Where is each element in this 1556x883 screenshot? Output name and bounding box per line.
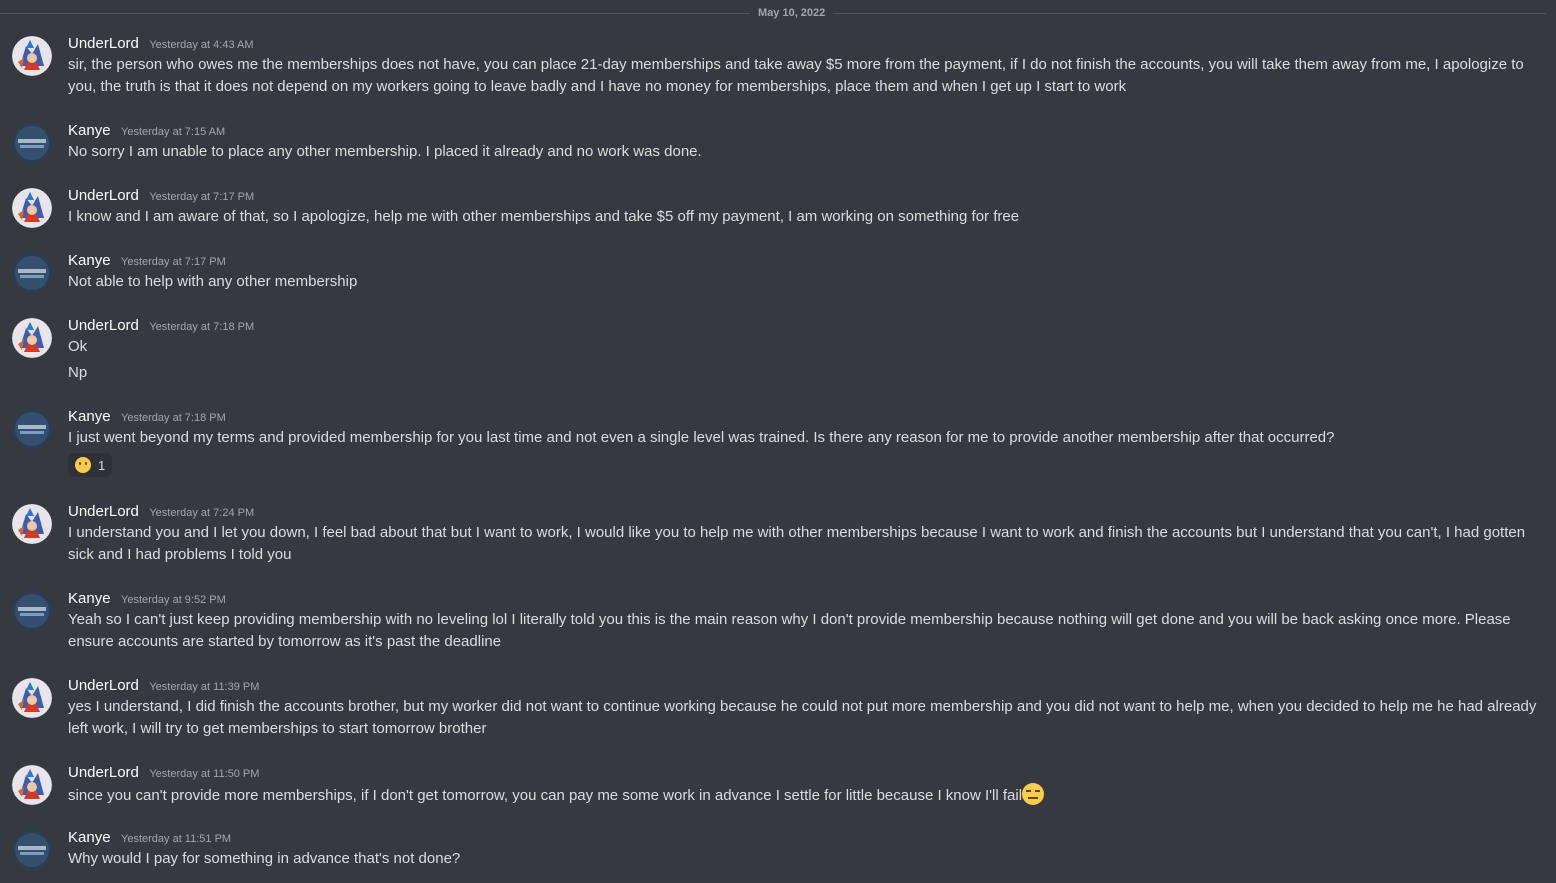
message: Kanye Yesterday at 9:52 PM Yeah so I can… [0, 589, 1556, 659]
message-timestamp: Yesterday at 7:24 PM [149, 507, 255, 519]
reaction-count: 1 [98, 457, 106, 473]
message-timestamp: Yesterday at 7:17 PM [149, 191, 255, 203]
user-avatar[interactable] [12, 188, 52, 228]
username[interactable]: UnderLord [68, 35, 139, 52]
message-timestamp: Yesterday at 7:17 PM [121, 256, 226, 268]
message: Kanye Yesterday at 7:18 PM I just went b… [0, 407, 1556, 483]
date-divider-label: May 10, 2022 [750, 6, 834, 20]
username[interactable]: Kanye [68, 829, 111, 846]
message-timestamp: Yesterday at 9:52 PM [121, 594, 226, 606]
username[interactable]: Kanye [68, 252, 111, 269]
confused-face-emoji-icon [75, 457, 91, 473]
underlord-avatar-icon [12, 188, 52, 228]
username[interactable]: UnderLord [68, 317, 139, 334]
message-content: Why would I pay for something in advance… [68, 850, 461, 867]
message: UnderLord Yesterday at 7:24 PM I underst… [0, 502, 1556, 572]
message-timestamp: Yesterday at 7:18 PM [121, 412, 226, 424]
underlord-avatar-icon [12, 504, 52, 544]
message: UnderLord Yesterday at 11:39 PM yes I un… [0, 676, 1556, 746]
user-avatar[interactable] [12, 678, 52, 718]
username[interactable]: Kanye [68, 590, 111, 607]
user-avatar[interactable] [12, 123, 52, 163]
user-avatar[interactable] [12, 253, 52, 293]
message-content: I know and I am aware of that, so I apol… [68, 208, 1020, 225]
message: UnderLord Yesterday at 11:50 PM since yo… [0, 763, 1556, 811]
message-timestamp: Yesterday at 7:18 PM [149, 321, 255, 333]
username[interactable]: UnderLord [68, 764, 139, 781]
underlord-avatar-icon [12, 318, 52, 358]
message-content: sir, the person who owes me the membersh… [68, 56, 1524, 95]
kanye-avatar-icon [12, 409, 52, 449]
message-content: I understand you and I let you down, I f… [68, 524, 1526, 563]
message: UnderLord Yesterday at 4:43 AM sir, the … [0, 34, 1556, 104]
message: UnderLord Yesterday at 7:18 PM Ok Np [0, 316, 1556, 390]
message-line: Ok [68, 338, 88, 355]
user-avatar[interactable] [12, 830, 52, 870]
underlord-avatar-icon [12, 678, 52, 718]
message: UnderLord Yesterday at 7:17 PM I know an… [0, 186, 1556, 234]
message-content: Ok Np [68, 336, 1538, 384]
message-content: Yeah so I can't just keep providing memb… [68, 611, 1511, 650]
message-content: No sorry I am unable to place any other … [68, 143, 702, 160]
kanye-avatar-icon [12, 830, 52, 870]
message: Kanye Yesterday at 7:15 AM No sorry I am… [0, 121, 1556, 169]
kanye-avatar-icon [12, 253, 52, 293]
message-line: Np [68, 364, 88, 381]
message: Kanye Yesterday at 11:51 PM Why would I … [0, 828, 1556, 876]
user-avatar[interactable] [12, 409, 52, 449]
user-avatar[interactable] [12, 504, 52, 544]
kanye-avatar-icon [12, 123, 52, 163]
username[interactable]: UnderLord [68, 187, 139, 204]
kanye-avatar-icon [12, 591, 52, 631]
underlord-avatar-icon [12, 765, 52, 805]
date-divider: May 10, 2022 [0, 0, 1556, 28]
message-timestamp: Yesterday at 7:15 AM [121, 126, 226, 138]
underlord-avatar-icon [12, 36, 52, 76]
relieved-face-emoji-icon [1022, 783, 1045, 805]
message-timestamp: Yesterday at 11:50 PM [149, 768, 260, 780]
username[interactable]: Kanye [68, 122, 111, 139]
message-timestamp: Yesterday at 11:39 PM [149, 681, 260, 693]
message-content: since you can't provide more memberships… [68, 783, 1538, 807]
user-avatar[interactable] [12, 591, 52, 631]
message-timestamp: Yesterday at 11:51 PM [121, 833, 232, 845]
username[interactable]: UnderLord [68, 503, 139, 520]
username[interactable]: UnderLord [68, 677, 139, 694]
username[interactable]: Kanye [68, 408, 111, 425]
message-content: yes I understand, I did finish the accou… [68, 698, 1537, 737]
message-timestamp: Yesterday at 4:43 AM [149, 39, 254, 51]
reaction-button[interactable]: 1 [68, 453, 112, 477]
message: Kanye Yesterday at 7:17 PM Not able to h… [0, 251, 1556, 299]
user-avatar[interactable] [12, 765, 52, 805]
user-avatar[interactable] [12, 36, 52, 76]
message-content: Not able to help with any other membersh… [68, 273, 358, 290]
user-avatar[interactable] [12, 318, 52, 358]
message-text: since you can't provide more memberships… [68, 787, 1023, 804]
message-content: I just went beyond my terms and provided… [68, 429, 1335, 446]
